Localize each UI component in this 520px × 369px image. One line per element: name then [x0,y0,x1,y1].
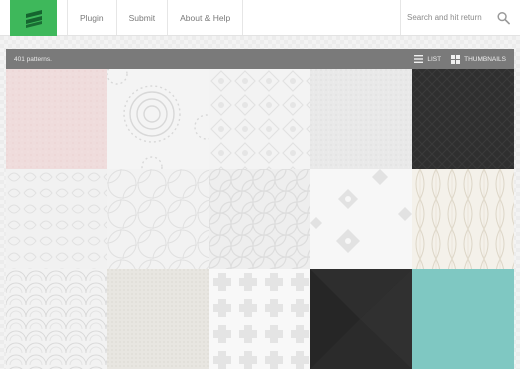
nav-about-help[interactable]: About & Help [168,0,244,35]
pattern-tile-concrete-grey[interactable] [310,69,412,169]
pattern-tile-paisley-white[interactable] [107,69,209,169]
pattern-tile-teal-plain[interactable] [412,269,514,369]
nav-submit[interactable]: Submit [117,0,169,35]
pattern-tile-swirl-white[interactable] [6,169,107,269]
search-box [400,0,520,35]
list-icon [414,55,424,63]
pattern-tile-cross-stitch[interactable] [310,169,412,269]
pattern-tile-beige-linen[interactable] [107,269,209,369]
stacked-stripes-icon [25,10,42,28]
pattern-tile-dark-triangles[interactable] [310,269,412,369]
search-input[interactable] [407,13,497,22]
top-navigation-bar: Plugin Submit About & Help [0,0,520,36]
pattern-tile-dark-diamond[interactable] [412,69,514,169]
pattern-tile-pink-speckle[interactable] [6,69,107,169]
thumbnails-view-button[interactable]: THUMBNAILS [451,54,506,64]
pattern-tile-scallop-white[interactable] [6,269,107,369]
list-view-button[interactable]: LIST [414,55,441,63]
list-view-label: LIST [427,55,442,63]
pattern-tile-lattice-white[interactable] [107,169,209,269]
pattern-tile-crosses-white[interactable] [209,269,310,369]
pattern-count: 401 patterns. [14,55,52,63]
pattern-tile-medallion-white[interactable] [209,69,310,169]
nav-plugin[interactable]: Plugin [67,0,117,35]
pattern-grid [6,69,514,369]
patterns-toolbar: 401 patterns. LIST THUMBNAILS [6,49,514,69]
site-logo[interactable] [10,0,57,36]
pattern-tile-circles-lattice[interactable] [209,169,310,269]
search-icon[interactable] [497,11,510,25]
pattern-tile-leaves-cream[interactable] [412,169,514,269]
thumbnails-view-label: THUMBNAILS [464,55,506,63]
grid-icon [451,54,461,64]
